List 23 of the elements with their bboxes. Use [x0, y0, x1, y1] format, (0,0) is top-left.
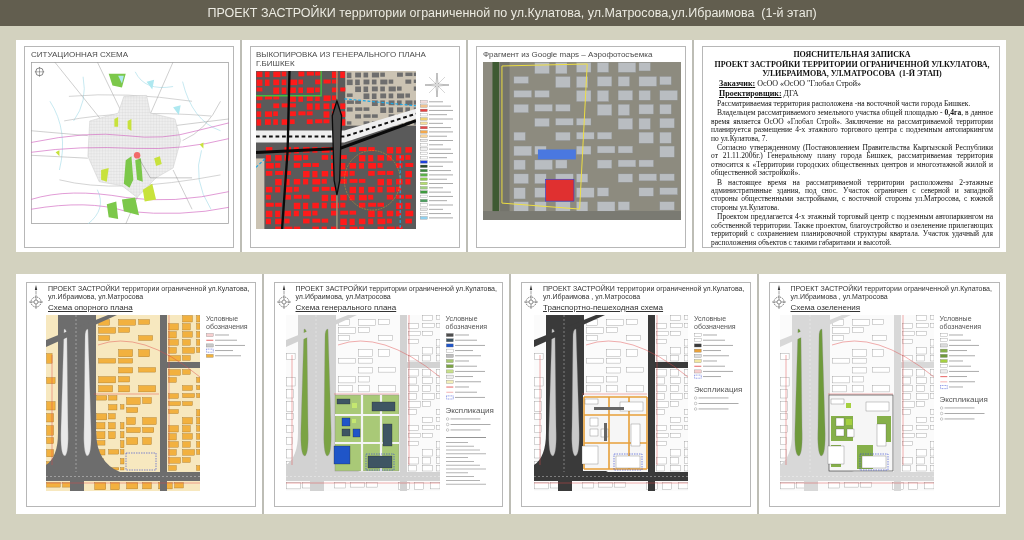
north-arrow-icon [524, 285, 538, 311]
explication-title: Экспликация [939, 395, 988, 405]
sheet-subtitle: Транспортно-пешеходная схема [543, 303, 664, 312]
explication-title: Экспликация [445, 405, 494, 415]
north-arrow-icon [771, 285, 786, 311]
explication-drawing [445, 416, 494, 487]
north-arrow-icon [29, 285, 43, 311]
board-title: ПРОЕКТ ЗАСТРОЙКИ территории ограниченной по ул.Кулатова, ул.Матросова,ул.Ибраимова (1-й этап) [207, 5, 817, 21]
note-heading: ПОЯСНИТЕЛЬНАЯ ЗАПИСКА [793, 50, 911, 59]
sheet-subtitle: Схема генерального плана [295, 303, 397, 312]
sheet-subtitle: Схема озеленения [790, 303, 861, 312]
explication-drawing [939, 406, 988, 424]
note-field: Заказчик: ОсОО «ОсОО "Глобал Строй» [719, 79, 861, 89]
note-field: Проектировщик: ДГА [719, 89, 799, 99]
sheet-caption: Фрагмент из Google maps – Аэрофотосъемка [483, 50, 653, 59]
explication-title: Экспликация [694, 384, 743, 394]
sheet-subtitle: Схема опорного плана [48, 303, 133, 312]
north-arrow-icon [276, 285, 291, 311]
sheet-caption: ВЫКОПИРОВКА ИЗ ГЕНЕРАЛЬНОГО ПЛАНА Г.БИШКЕК [256, 50, 427, 68]
sheet-caption: СИТУАЦИОННАЯ СХЕМА [31, 50, 129, 59]
note-subheading: ПРОЕКТ ЗАСТРОЙКИ ТЕРРИТОРИИ ОГРАНИЧЕННОЙ УЛ.КУЛАТОВА, УЛ.ИБРАИМОВА, УЛ.МАТРОСОВА (1-Й ЭТАП) [713, 60, 991, 78]
explication-drawing [694, 395, 742, 413]
compass-rose-icon [425, 73, 449, 97]
